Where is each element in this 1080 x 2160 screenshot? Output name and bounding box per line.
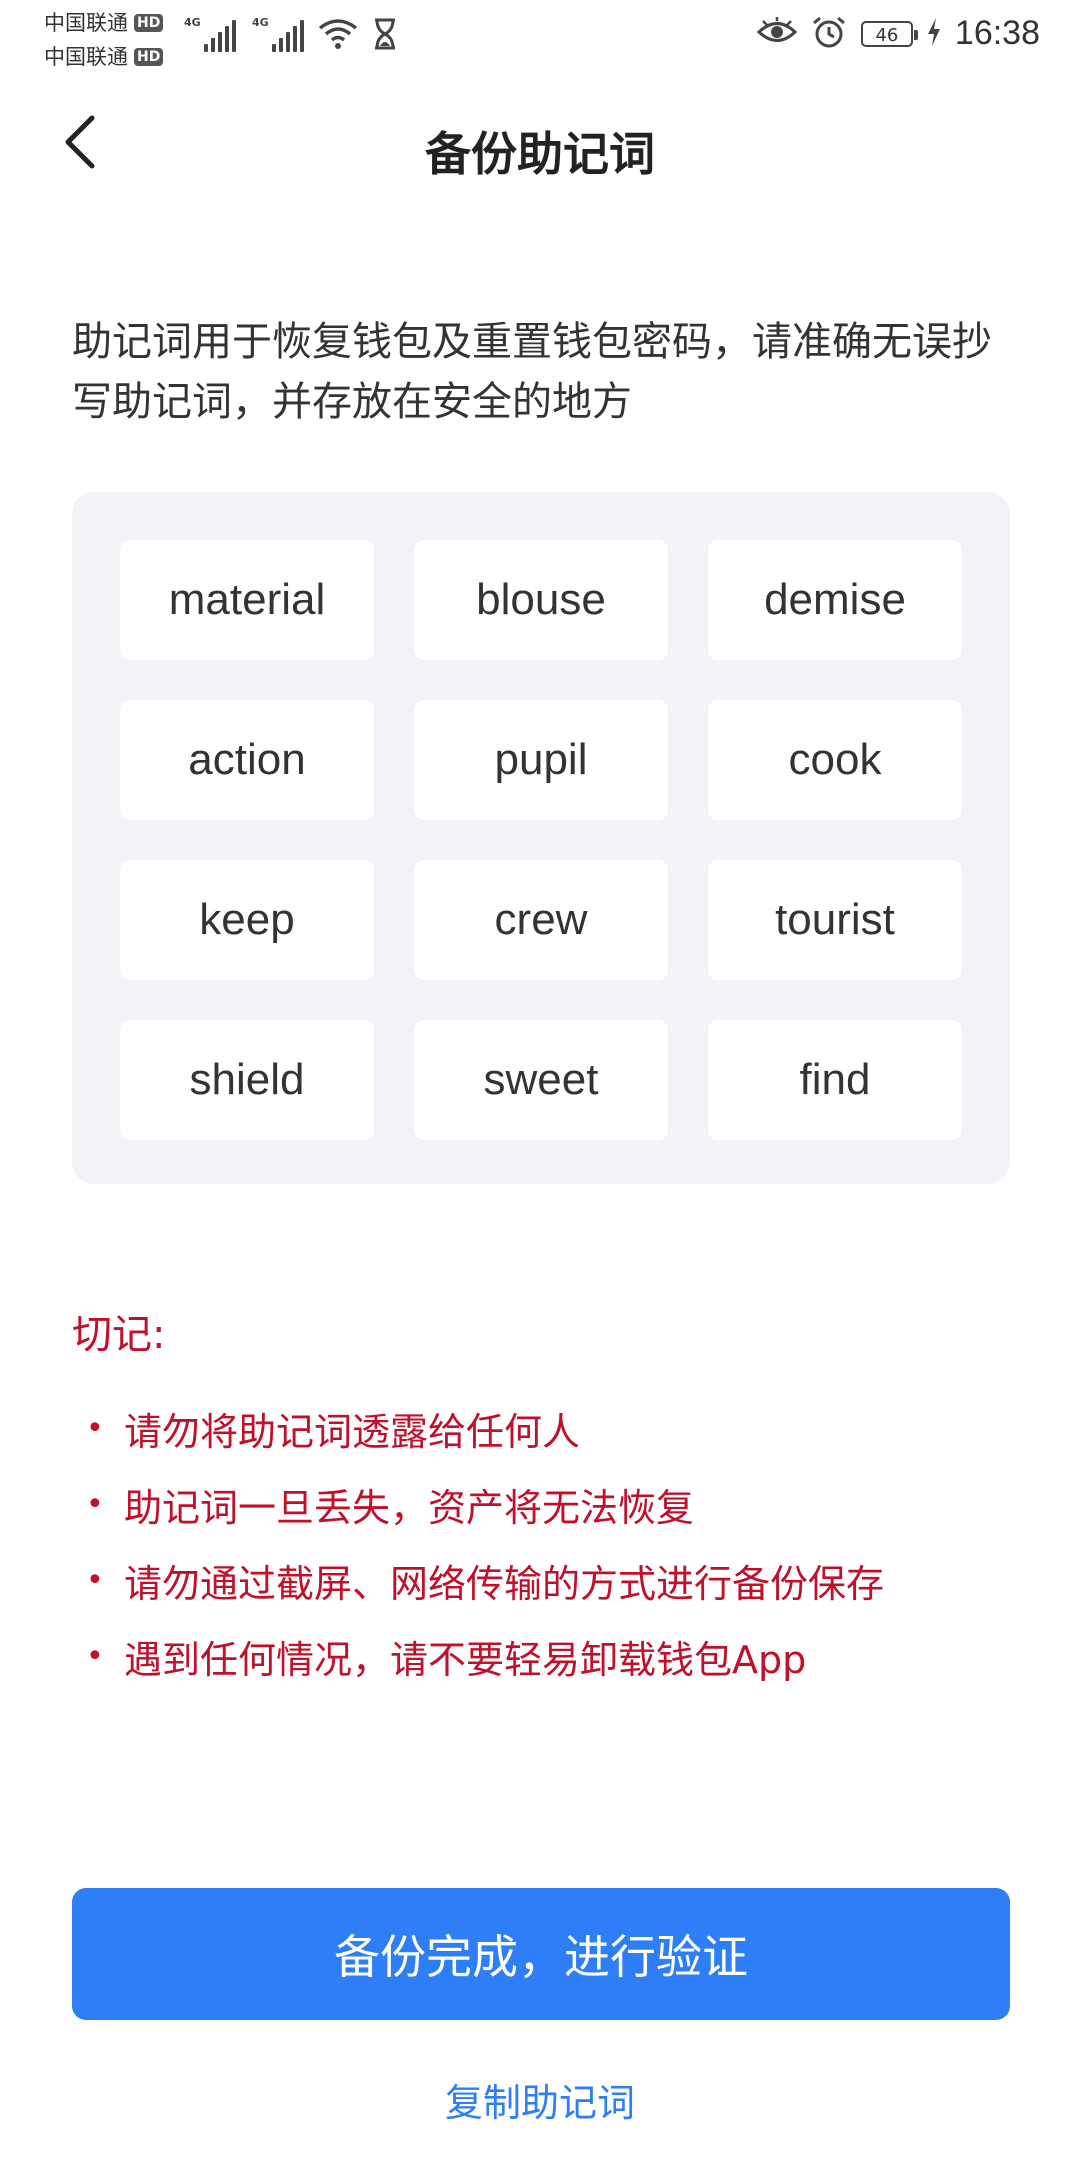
mnemonic-word: action: [120, 700, 374, 820]
mnemonic-word: tourist: [708, 860, 962, 980]
mnemonic-word: blouse: [414, 540, 668, 660]
mnemonic-panel: material blouse demise action pupil cook…: [72, 492, 1010, 1184]
wifi-icon: [318, 18, 358, 54]
mnemonic-word: crew: [414, 860, 668, 980]
mnemonic-word: demise: [708, 540, 962, 660]
mnemonic-word: find: [708, 1020, 962, 1140]
signal-indicators: 4G 4G: [184, 16, 304, 52]
hd-badge: HD: [134, 14, 164, 32]
mnemonic-word: keep: [120, 860, 374, 980]
backup-mnemonic-screen: 中国联通 HD 中国联通 HD 4G 4G 46 16:38 备份助记词 助记词…: [0, 0, 1080, 2160]
header: 备份助记词: [0, 96, 1080, 196]
carrier-name-2: 中国联通: [44, 45, 128, 69]
carrier-name-1: 中国联通: [44, 11, 128, 35]
status-time: 16:38: [954, 14, 1040, 52]
charging-icon: [927, 17, 941, 50]
mnemonic-word: material: [120, 540, 374, 660]
bullet-icon: •: [86, 1562, 104, 1598]
warning-text: 助记词一旦丢失，资产将无法恢复: [124, 1485, 695, 1530]
warning-text: 请勿将助记词透露给任何人: [124, 1409, 581, 1454]
warning-item: • 请勿将助记词透露给任何人: [72, 1390, 884, 1466]
description-text: 助记词用于恢复钱包及重置钱包密码，请准确无误抄写助记词，并存放在安全的地方: [72, 319, 992, 425]
warning-text: 请勿通过截屏、网络传输的方式进行备份保存: [124, 1561, 885, 1606]
warning-item: • 请勿通过截屏、网络传输的方式进行备份保存: [72, 1542, 884, 1618]
warning-title: 切记:: [72, 1312, 166, 1358]
hourglass-icon: [372, 18, 398, 54]
mnemonic-word: cook: [708, 700, 962, 820]
warning-list: • 请勿将助记词透露给任何人 • 助记词一旦丢失，资产将无法恢复 • 请勿通过截…: [72, 1390, 884, 1694]
bullet-icon: •: [86, 1410, 104, 1446]
backup-done-verify-button[interactable]: 备份完成，进行验证: [72, 1888, 1010, 2020]
eye-icon: [756, 16, 798, 51]
bullet-icon: •: [86, 1638, 104, 1674]
page-title: 备份助记词: [425, 127, 655, 181]
status-bar: 中国联通 HD 中国联通 HD 4G 4G 46 16:38: [0, 0, 1080, 76]
bullet-icon: •: [86, 1486, 104, 1522]
copy-mnemonic-button[interactable]: 复制助记词: [0, 2072, 1080, 2127]
signal-icon: 4G: [184, 16, 236, 52]
network-type-label: 4G: [252, 16, 269, 29]
hd-badge: HD: [134, 48, 164, 66]
warning-item: • 遇到任何情况，请不要轻易卸载钱包App: [72, 1618, 884, 1694]
signal-icon: 4G: [252, 16, 304, 52]
status-right: 46 16:38: [756, 14, 1040, 53]
network-type-label: 4G: [184, 16, 201, 29]
battery-icon: 46: [860, 20, 918, 47]
mnemonic-word: pupil: [414, 700, 668, 820]
mnemonic-word: sweet: [414, 1020, 668, 1140]
mnemonic-word: shield: [120, 1020, 374, 1140]
status-icons-left: [318, 18, 398, 54]
mnemonic-grid: material blouse demise action pupil cook…: [120, 540, 962, 1140]
warning-item: • 助记词一旦丢失，资产将无法恢复: [72, 1466, 884, 1542]
warning-text: 遇到任何情况，请不要轻易卸载钱包App: [124, 1637, 807, 1682]
carrier-info: 中国联通 HD 中国联通 HD: [44, 6, 164, 74]
alarm-icon: [811, 15, 847, 53]
